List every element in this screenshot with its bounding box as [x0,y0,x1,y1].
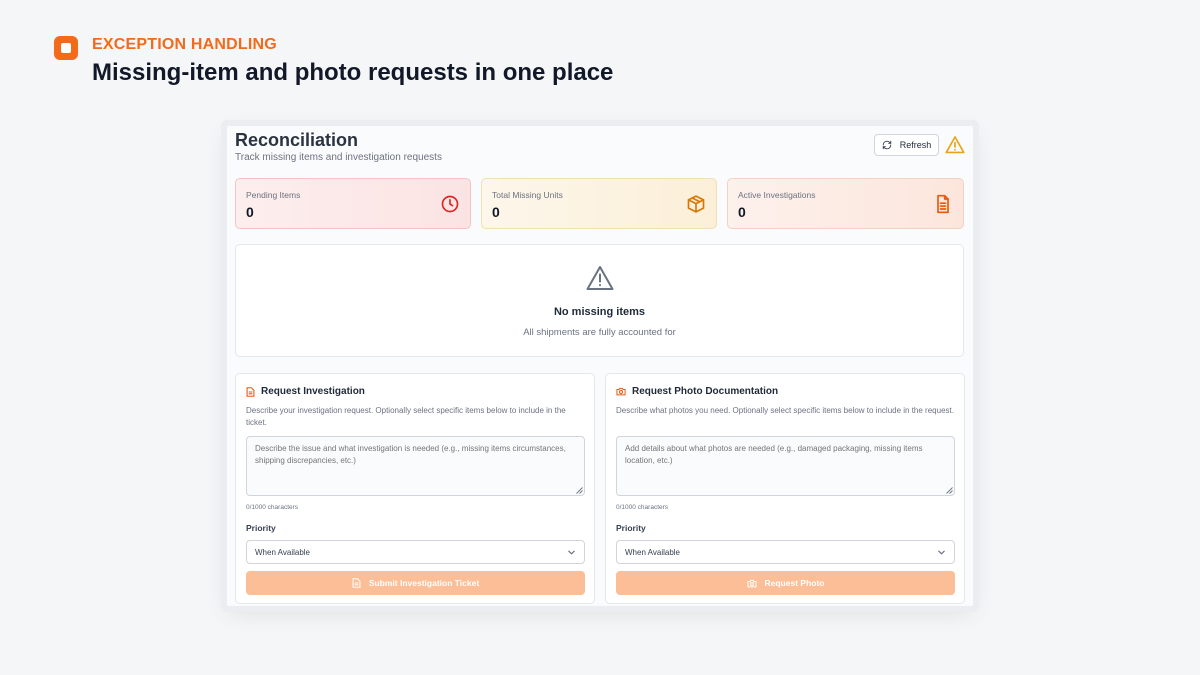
stat-label: Pending Items [246,190,301,200]
refresh-label: Refresh [899,140,932,150]
warning-icon[interactable] [945,135,965,154]
request-photo-documentation-card: Request Photo Documentation Describe wha… [605,373,965,604]
stat-label: Total Missing Units [492,190,563,200]
priority-select[interactable]: When Available [246,540,585,564]
card-title: Request Investigation [261,386,365,397]
empty-state-title: No missing items [553,306,646,318]
priority-selected-value: When Available [255,547,310,557]
reconciliation-page: Reconciliation Track missing items and i… [227,126,973,606]
card-description: Describe what photos you need. Optionall… [616,406,954,415]
stat-label: Active Investigations [738,190,816,200]
box-icon [687,195,705,213]
investigation-description-textarea[interactable] [246,436,585,496]
card-description: Describe your investigation request. Opt… [246,406,566,427]
stat-card-pending-items: Pending Items 0 [235,178,471,229]
resize-handle-icon[interactable] [946,487,953,494]
resize-handle-icon[interactable] [576,487,583,494]
stat-card-total-missing-units: Total Missing Units 0 [481,178,717,229]
refresh-button[interactable]: Refresh [874,134,939,156]
chevron-down-icon [568,550,575,555]
page-title: Reconciliation [235,130,359,150]
eyebrow-label: EXCEPTION HANDLING [92,36,277,53]
document-icon [352,578,361,588]
camera-icon [746,579,757,587]
stat-value: 0 [738,204,746,220]
character-count: 0/1000 characters [246,504,299,511]
card-title: Request Photo Documentation [632,386,779,397]
card-header: Request Photo Documentation [616,386,778,397]
photo-details-textarea[interactable] [616,436,955,496]
stat-card-active-investigations: Active Investigations 0 [727,178,964,229]
hero-square-icon [54,36,78,60]
card-header: Request Investigation [246,386,365,397]
priority-selected-value: When Available [625,547,680,557]
document-icon [937,194,949,214]
camera-icon [616,387,626,396]
priority-label: Priority [246,523,276,533]
submit-investigation-ticket-button[interactable]: Submit Investigation Ticket [246,571,585,595]
submit-label: Submit Investigation Ticket [368,578,480,588]
request-photo-button[interactable]: Request Photo [616,571,955,595]
stat-value: 0 [246,204,254,220]
app-window: Reconciliation Track missing items and i… [227,126,973,606]
stat-value: 0 [492,204,500,220]
priority-select[interactable]: When Available [616,540,955,564]
empty-state-panel: No missing items All shipments are fully… [235,244,964,357]
warning-triangle-icon [586,266,614,290]
page-subtitle: Track missing items and investigation re… [235,152,442,163]
character-count: 0/1000 characters [616,504,669,511]
headline: Missing-item and photo requests in one p… [92,59,614,86]
request-investigation-card: Request Investigation Describe your inve… [235,373,595,604]
clock-icon [441,195,459,213]
document-icon [246,386,255,397]
refresh-icon [882,140,891,150]
submit-label: Request Photo [764,578,825,588]
priority-label: Priority [616,523,646,533]
chevron-down-icon [938,550,945,555]
empty-state-message: All shipments are fully accounted for [523,327,676,338]
